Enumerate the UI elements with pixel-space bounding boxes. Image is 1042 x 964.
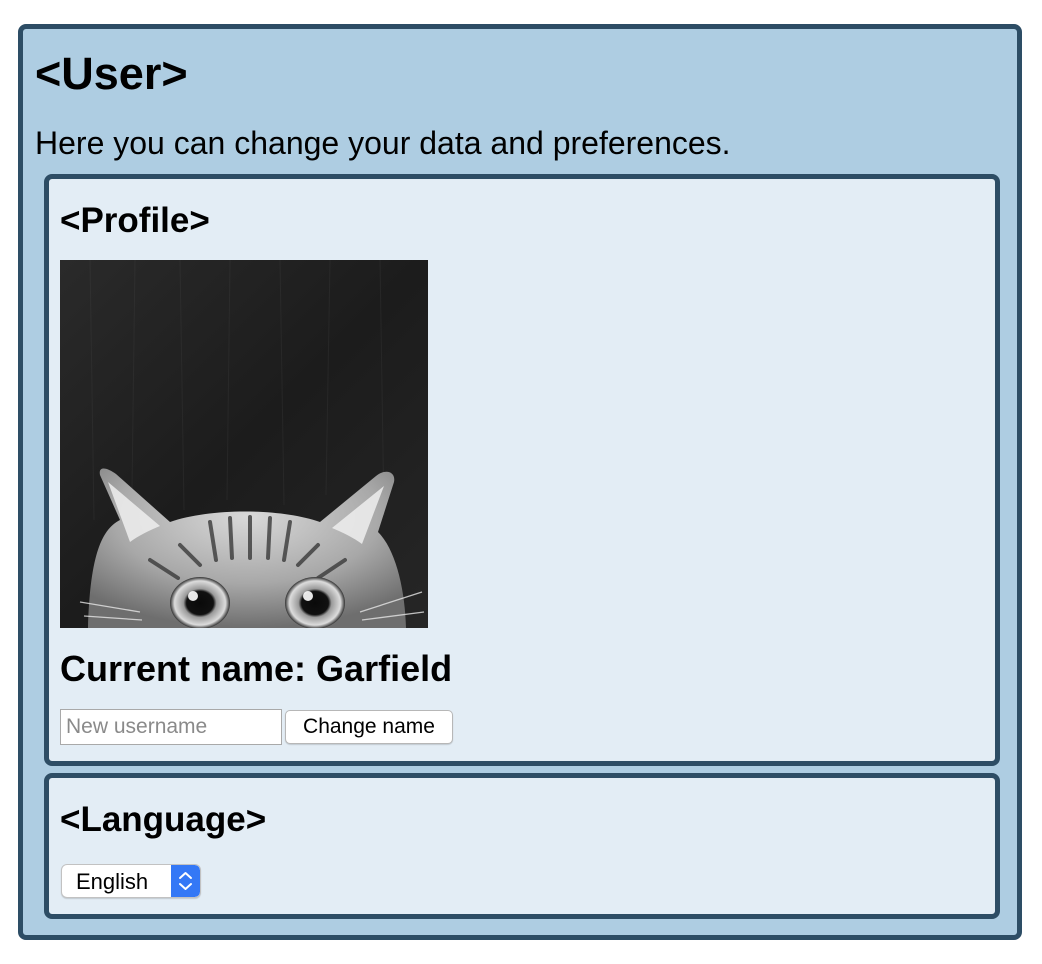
profile-title: <Profile>	[60, 201, 210, 240]
select-chevron-icon	[171, 865, 200, 897]
language-selected-value: English	[76, 869, 149, 894]
user-title: <User>	[35, 48, 188, 99]
user-description: Here you can change your data and prefer…	[35, 125, 731, 161]
user-panel: <User> Here you can change your data and…	[18, 24, 1022, 940]
avatar-image	[60, 260, 428, 628]
profile-card: <Profile> Current name: Garfield New use…	[44, 174, 1000, 766]
current-name-label: Current name: Garfield	[60, 648, 453, 689]
change-name-button[interactable]: Change name	[285, 710, 453, 744]
new-username-input[interactable]	[60, 709, 282, 745]
language-select[interactable]: English	[61, 864, 201, 898]
language-card: <Language> English	[44, 773, 1000, 919]
language-title: <Language>	[60, 800, 267, 839]
